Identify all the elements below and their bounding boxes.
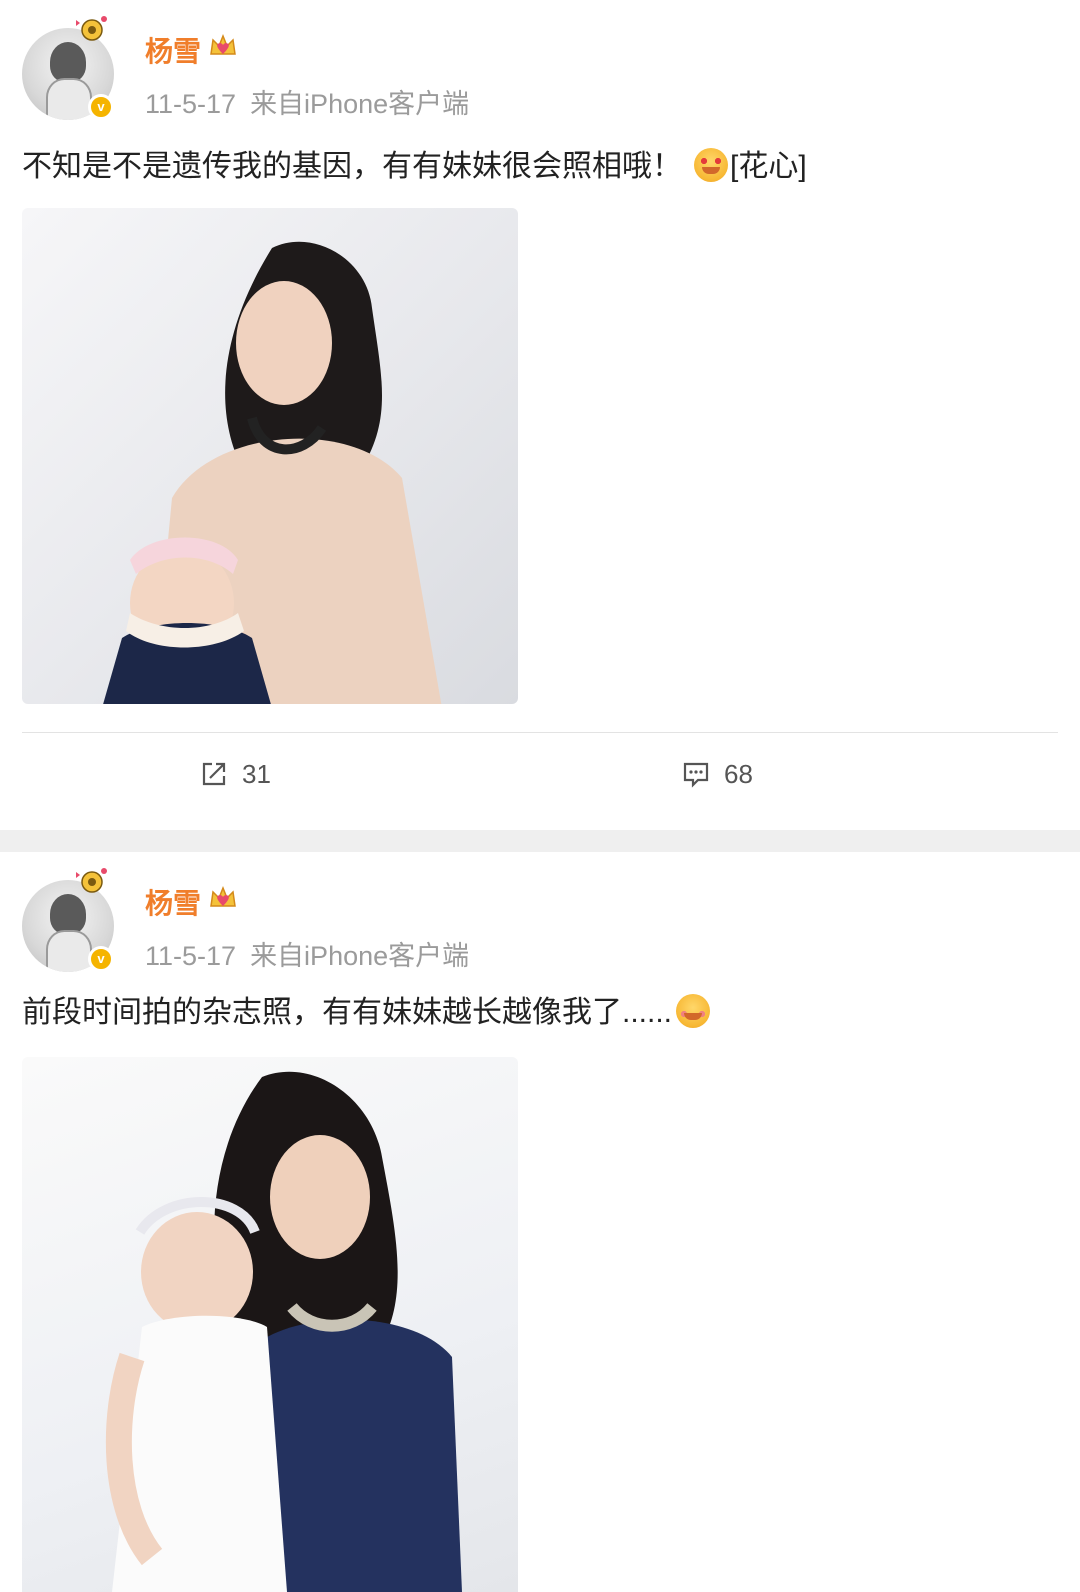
post-source: 来自iPhone客户端 — [250, 89, 470, 119]
post-meta: 11-5-17 来自iPhone客户端 — [145, 934, 469, 973]
divider — [22, 732, 1058, 733]
post-text: 不知是不是遗传我的基因，有有妹妹很会照相哦！ [花心] — [22, 148, 807, 185]
crown-icon — [210, 33, 236, 55]
comment-button[interactable]: 68 — [682, 757, 753, 791]
avatar-pendant-icon — [76, 16, 107, 41]
comment-count: 68 — [724, 758, 753, 789]
post-source: 来自iPhone客户端 — [250, 941, 470, 971]
post-text-body: 前段时间拍的杂志照，有有妹妹越长越像我了...... — [22, 996, 673, 1029]
repost-icon — [202, 762, 226, 786]
post-date: 11-5-17 — [145, 89, 237, 119]
post-meta: 11-5-17 来自iPhone客户端 — [145, 82, 469, 121]
blushing-emoji-icon — [676, 994, 711, 1028]
verified-badge-icon: v — [88, 946, 114, 972]
post-separator — [0, 830, 1080, 852]
emoji-code: [花心] — [730, 150, 807, 183]
weibo-post: v 杨雪 11-5-17 来自iPhone客户端 前段时间拍的杂志照，有有妹妹越长… — [0, 852, 1080, 1592]
weibo-post: v 杨雪 11-5-17 来自iPhone客户端 不知是不是遗传我的基因，有有妹妹… — [0, 0, 1080, 830]
avatar-pendant-icon — [76, 868, 107, 893]
crown-icon — [210, 885, 236, 907]
comment-icon — [683, 762, 709, 788]
post-image[interactable] — [22, 208, 518, 704]
author-name[interactable]: 杨雪 — [145, 30, 201, 70]
smiling-hearts-emoji-icon — [694, 148, 728, 182]
post-date: 11-5-17 — [145, 941, 237, 971]
post-photo-illustration — [105, 1071, 462, 1592]
verified-badge-icon: v — [88, 94, 114, 120]
repost-button[interactable]: 31 — [200, 757, 271, 791]
post-image[interactable] — [22, 1057, 518, 1592]
author-name[interactable]: 杨雪 — [145, 882, 201, 922]
post-text-body: 不知是不是遗传我的基因，有有妹妹很会照相哦！ — [22, 150, 682, 183]
post-photo-illustration — [103, 241, 442, 704]
post-text: 前段时间拍的杂志照，有有妹妹越长越像我了...... — [22, 994, 712, 1031]
repost-count: 31 — [242, 758, 271, 789]
